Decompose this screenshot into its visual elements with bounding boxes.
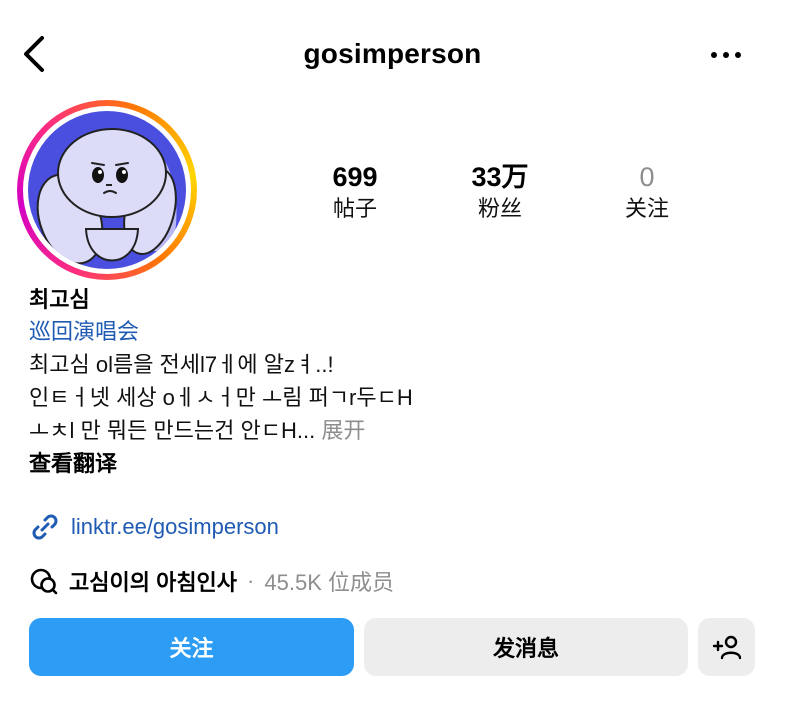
followers-label: 粉丝 bbox=[477, 196, 522, 221]
stat-followers[interactable]: 33万 粉丝 bbox=[435, 160, 565, 224]
profile-category[interactable]: 巡回演唱会 bbox=[29, 316, 749, 348]
stat-following[interactable]: 0 关注 bbox=[582, 160, 712, 224]
bio-line: 최고심 ol름을 전세l7ㅔ에 알zㅕ..! bbox=[29, 352, 334, 377]
avatar-illustration bbox=[28, 111, 186, 269]
channel-members: 45.5K 位成员 bbox=[264, 570, 394, 595]
following-count: 0 bbox=[639, 162, 655, 192]
more-options-button[interactable] bbox=[706, 40, 746, 70]
avatar-story-ring[interactable] bbox=[17, 100, 197, 280]
suggested-accounts-button[interactable] bbox=[698, 618, 755, 676]
follow-button[interactable]: 关注 bbox=[29, 618, 354, 676]
stat-posts[interactable]: 699 帖子 bbox=[290, 160, 420, 224]
following-label: 关注 bbox=[624, 196, 669, 221]
more-horizontal-icon bbox=[711, 52, 741, 58]
bio-line-last: ㅗㅊl 만 뭐든 만드는건 안ㄷH... 展开 bbox=[29, 414, 749, 447]
link-text: linktr.ee/gosimperson bbox=[71, 514, 279, 539]
see-translation-link[interactable]: 查看翻译 bbox=[29, 447, 117, 481]
avatar bbox=[28, 111, 186, 269]
posts-label: 帖子 bbox=[332, 196, 377, 221]
link-icon bbox=[32, 514, 58, 540]
broadcast-channel[interactable]: 고심이의 아침인사 · 45.5K 位成员 bbox=[29, 564, 394, 598]
message-button[interactable]: 发消息 bbox=[364, 618, 688, 676]
profile-stats: 699 帖子 33万 粉丝 0 关注 bbox=[300, 160, 720, 230]
broadcast-channel-icon bbox=[30, 568, 58, 595]
add-person-icon bbox=[712, 635, 741, 660]
channel-separator: · bbox=[247, 568, 255, 593]
profile-bio: 최고심 巡回演唱会 최고심 ol름을 전세l7ㅔ에 알zㅕ..! 인ㅌㅓ넷 세상… bbox=[29, 284, 749, 481]
channel-name: 고심이의 아침인사 bbox=[69, 570, 238, 595]
followers-count: 33万 bbox=[471, 162, 529, 192]
profile-username: gosimperson bbox=[303, 38, 482, 69]
bio-line: 인ㅌㅓ넷 세상 oㅔㅅㅓ만 ㅗ림 퍼ㄱr두ㄷH bbox=[29, 385, 413, 410]
display-name: 최고심 bbox=[29, 287, 90, 312]
bio-line-text: ㅗㅊl 만 뭐든 만드는건 안ㄷH... bbox=[29, 418, 316, 443]
follow-button-label: 关注 bbox=[169, 636, 214, 661]
message-button-label: 发消息 bbox=[492, 636, 559, 661]
expand-bio-link[interactable]: 展开 bbox=[321, 418, 365, 443]
top-bar: gosimperson bbox=[0, 0, 785, 110]
external-link[interactable]: linktr.ee/gosimperson bbox=[29, 510, 279, 544]
posts-count: 699 bbox=[332, 162, 378, 192]
